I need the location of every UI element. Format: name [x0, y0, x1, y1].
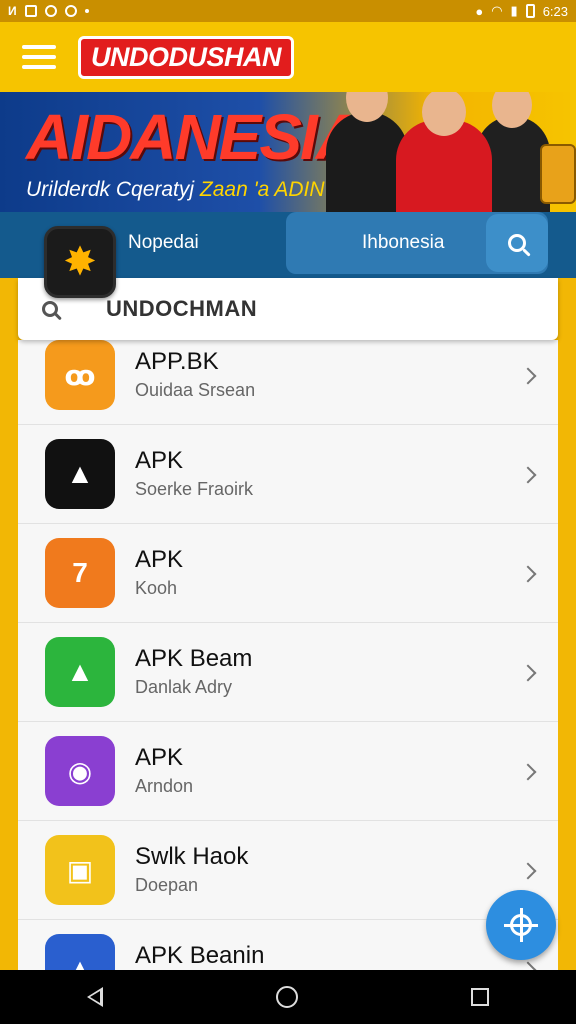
- app-subtitle-label: Ouidaa Srsean: [135, 380, 256, 400]
- blue-triangle-app-icon: ▲: [45, 934, 115, 970]
- menu-icon[interactable]: [22, 45, 56, 69]
- nav-label[interactable]: Nopedai: [128, 232, 199, 254]
- system-navigation-bar: [0, 970, 576, 1024]
- chevron-right-icon: [519, 961, 537, 970]
- status-left: И: [8, 4, 89, 18]
- wifi-icon: ◠: [491, 3, 503, 18]
- app-subtitle-label: Kooh: [135, 578, 178, 598]
- list-item[interactable]: ▲ APK Beam Danlak Adry: [18, 623, 558, 722]
- app-subtitle-label: Danlak Adry: [135, 677, 233, 697]
- app-title-label: APP.BK: [135, 348, 219, 375]
- status-time: 6:23: [542, 3, 568, 19]
- banner-subtitle-highlight: Zaan 'a ADIN: [199, 178, 325, 201]
- battery-icon: [525, 4, 535, 18]
- list-item[interactable]: ▲ APK Beanin: [18, 920, 558, 970]
- whatsapp-icon: [44, 5, 57, 17]
- medal-icon: [540, 144, 576, 204]
- crosshair-icon: [504, 908, 538, 942]
- chevron-right-icon: [519, 565, 537, 583]
- status-bar: И ● ◠ ▮ 6:23: [0, 0, 576, 22]
- signal-icon: ▮: [510, 3, 518, 18]
- banner-title: AIDANESIA: [26, 101, 362, 173]
- chevron-right-icon: [519, 763, 537, 781]
- app-title-label: APK: [135, 546, 184, 573]
- app-logo[interactable]: ✸: [44, 226, 116, 298]
- banner-subtitle-text: Urilderdk Cqeratyj: [26, 178, 200, 201]
- nav-search-text[interactable]: Ihbonesia: [362, 232, 444, 254]
- dot-icon: [84, 9, 89, 13]
- app-title-label: APK: [135, 744, 184, 771]
- app-title-label: APK Beam: [135, 645, 253, 672]
- star-icon: ✸: [63, 240, 97, 284]
- chevron-right-icon: [519, 367, 537, 385]
- banner-subtitle: Urilderdk Cqeratyj Zaan 'a ADIN: [26, 178, 325, 202]
- app-subtitle-label: Soerke Fraoirk: [135, 479, 254, 499]
- chevron-right-icon: [519, 466, 537, 484]
- chevron-right-icon: [519, 664, 537, 682]
- search-icon: [42, 301, 58, 317]
- search-input-value: UNDOCHMAN: [106, 296, 258, 321]
- app-title-label: APK: [135, 447, 184, 474]
- app-title: UNDODUSHAN: [78, 35, 294, 79]
- app-bar: UNDODUSHAN: [0, 22, 576, 92]
- sync-icon: [64, 5, 77, 17]
- search-button[interactable]: [486, 214, 548, 272]
- orange-shield-app-icon: 7: [45, 538, 115, 608]
- green-triangle-app-icon: ▲: [45, 637, 115, 707]
- person-illustration: [396, 92, 492, 212]
- search-icon: [508, 234, 526, 252]
- promo-banner[interactable]: AIDANESIA Urilderdk Cqeratyj Zaan 'a ADI…: [0, 92, 576, 212]
- recents-button[interactable]: [471, 988, 490, 1006]
- list-item[interactable]: ▣ Swlk Haok Doepan: [18, 821, 558, 920]
- app-subtitle-label: Arndon: [135, 776, 194, 796]
- status-right: ● ◠ ▮ 6:23: [475, 3, 568, 19]
- list-item[interactable]: ◉ APK Arndon: [18, 722, 558, 821]
- locate-fab-button[interactable]: [486, 890, 556, 960]
- list-item[interactable]: ꝏ APP.BK Ouidaa Srsean: [18, 340, 558, 425]
- chevron-right-icon: [519, 862, 537, 880]
- list-item[interactable]: ▲ APK Soerke Fraoirk: [18, 425, 558, 524]
- notification-icon: И: [8, 4, 17, 18]
- app-title-label: Swlk Haok: [135, 843, 249, 870]
- home-button[interactable]: [275, 986, 298, 1008]
- orange-app-icon: ꝏ: [45, 340, 115, 410]
- banner-people-illustration: [326, 92, 576, 212]
- list-item[interactable]: 7 APK Kooh: [18, 524, 558, 623]
- back-button[interactable]: [86, 987, 103, 1007]
- app-subtitle-label: Doepan: [135, 875, 199, 895]
- dark-triangle-app-icon: ▲: [45, 439, 115, 509]
- app-list: ꝏ APP.BK Ouidaa Srsean ▲ APK Soerke Fraoirk 7 A…: [18, 340, 558, 970]
- yellow-media-app-icon: ▣: [45, 835, 115, 905]
- gallery-icon: [24, 5, 37, 17]
- purple-app-icon: ◉: [45, 736, 115, 806]
- location-icon: ●: [475, 3, 484, 19]
- app-title-label: APK Beanin: [135, 942, 265, 969]
